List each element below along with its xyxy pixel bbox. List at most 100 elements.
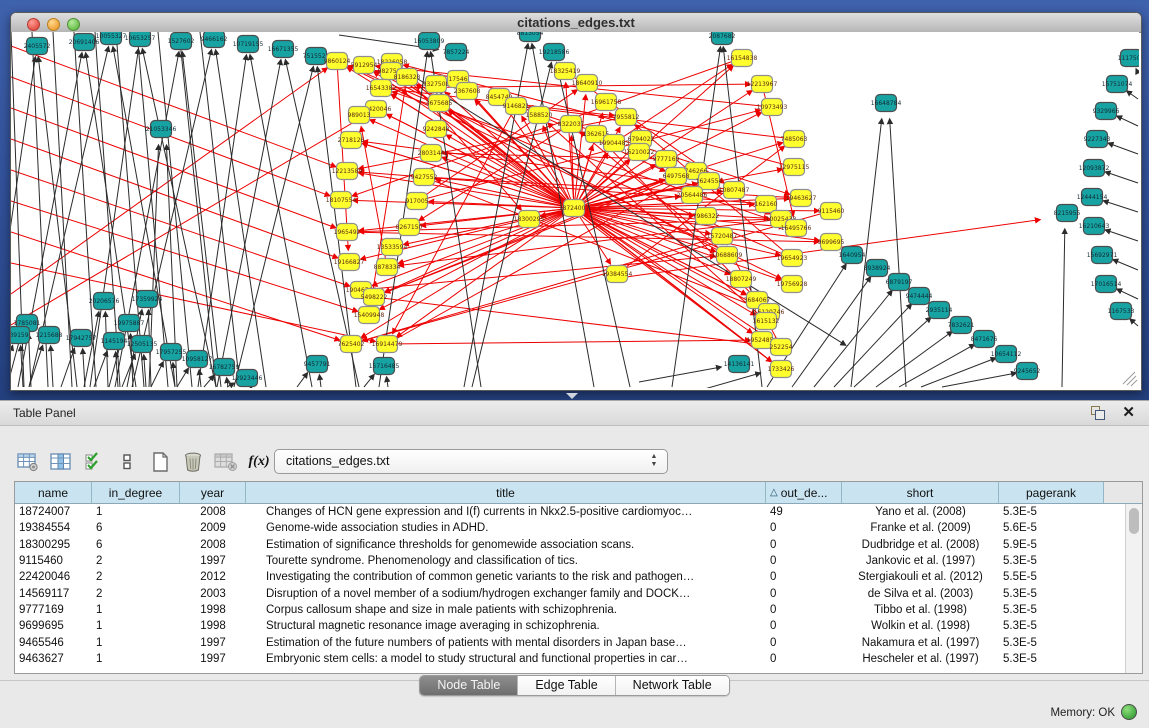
graph-node[interactable]: 16210643 (1079, 218, 1110, 235)
graph-node[interactable]: 9860124 (324, 53, 351, 70)
graph-node[interactable]: 989013 (348, 107, 371, 124)
graph-node[interactable]: 21053346 (146, 121, 177, 138)
graph-node[interactable]: 16782759 (209, 359, 240, 376)
graph-node[interactable]: 2718126 (338, 132, 365, 149)
table-cell[interactable]: Yano et al. (2008) (842, 504, 999, 520)
graph-node[interactable]: 15716485 (369, 358, 400, 375)
graph-node[interactable]: 12975115 (779, 159, 810, 176)
table-cell[interactable]: Estimation of significance thresholds fo… (246, 537, 766, 553)
graph-node[interactable]: 10719155 (233, 36, 264, 53)
table-cell[interactable]: 0 (766, 553, 842, 569)
table-cell[interactable]: 9465546 (15, 635, 92, 651)
table-cell[interactable]: Jankovic et al. (1997) (842, 553, 999, 569)
table-cell[interactable]: 1997 (180, 651, 246, 667)
graph-node[interactable]: 12213589 (332, 163, 363, 180)
graph-node[interactable]: 10973493 (757, 99, 788, 116)
function-builder-icon[interactable]: f(x) (245, 448, 273, 476)
graph-node[interactable]: 8938924 (864, 260, 891, 277)
graph-node[interactable]: 2367608 (454, 83, 481, 100)
graph-node[interactable]: 16053809 (414, 33, 445, 50)
table-cell[interactable]: 18724007 (15, 504, 92, 520)
select-columns-icon[interactable] (80, 448, 108, 476)
table-cell[interactable]: 1 (92, 602, 180, 618)
graph-node[interactable]: 9466162 (201, 32, 228, 48)
column-header-pagerank[interactable]: pagerank (999, 482, 1104, 503)
graph-node[interactable]: 10653257 (125, 32, 156, 47)
table-cell[interactable]: 0 (766, 537, 842, 553)
graph-node[interactable]: 1588520 (526, 107, 553, 124)
graph-node[interactable]: 17942757 (66, 330, 97, 347)
table-row[interactable]: 1456911722003Disruption of a novel membe… (15, 586, 1142, 602)
tab-edge-table[interactable]: Edge Table (518, 676, 615, 695)
network-window[interactable]: citations_edges.txt 24055722069140610055… (10, 12, 1142, 391)
table-cell[interactable]: 1998 (180, 602, 246, 618)
column-header-short[interactable]: short (842, 482, 999, 503)
table-cell[interactable]: 5.3E-5 (999, 553, 1104, 569)
graph-node[interactable]: 9427552 (411, 169, 438, 186)
delete-columns-icon[interactable] (212, 448, 240, 476)
close-panel-icon[interactable]: ✕ (1122, 403, 1135, 421)
graph-node[interactable]: 7625402 (338, 336, 365, 353)
graph-node[interactable]: 917005 (406, 193, 429, 210)
tab-node-table[interactable]: Node Table (420, 676, 518, 695)
graph-node[interactable]: 8878334 (374, 259, 401, 276)
window-resize-grip[interactable] (1123, 372, 1137, 386)
graph-node[interactable]: 1615132 (753, 313, 780, 330)
table-cell[interactable]: Hescheler et al. (1997) (842, 651, 999, 667)
graph-node[interactable]: 10654112 (991, 346, 1022, 363)
table-cell[interactable]: 9115460 (15, 553, 92, 569)
table-cell[interactable]: Genome-wide association studies in ADHD. (246, 520, 766, 536)
graph-node[interactable]: 3675685 (426, 95, 453, 112)
table-cell[interactable]: 2009 (180, 520, 246, 536)
table-cell[interactable]: 5.3E-5 (999, 651, 1104, 667)
table-cell[interactable]: 9777169 (15, 602, 92, 618)
column-header-title[interactable]: title (246, 482, 766, 503)
table-cell[interactable]: 1997 (180, 553, 246, 569)
graph-node[interactable]: 12213967 (747, 76, 778, 93)
table-cell[interactable]: 0 (766, 602, 842, 618)
table-row[interactable]: 1830029562008Estimation of significance … (15, 537, 1142, 553)
graph-node[interactable]: 9457791 (304, 356, 331, 373)
table-row[interactable]: 969969511998Structural magnetic resonanc… (15, 618, 1142, 634)
table-cell[interactable]: 5.6E-5 (999, 520, 1104, 536)
graph-node[interactable]: 19218586 (539, 44, 570, 61)
table-cell[interactable]: Franke et al. (2009) (842, 520, 999, 536)
table-cell[interactable]: Corpus callosum shape and size in male p… (246, 602, 766, 618)
graph-node[interactable]: 18300295 (514, 211, 545, 228)
table-cell[interactable]: 1998 (180, 618, 246, 634)
graph-node[interactable]: 18107554 (326, 192, 357, 209)
graph-node[interactable]: 7857224 (443, 44, 470, 61)
graph-node[interactable]: 16648784 (871, 95, 902, 112)
graph-node[interactable]: 14136141 (724, 356, 755, 373)
table-cell[interactable]: 2 (92, 586, 180, 602)
graph-node[interactable]: 17016514 (1091, 276, 1122, 293)
graph-node[interactable]: 19384554 (602, 266, 633, 283)
table-row[interactable]: 977716911998Corpus callosum shape and si… (15, 602, 1142, 618)
table-mode-icon[interactable] (14, 448, 42, 476)
graph-node[interactable]: 12444154 (1077, 189, 1108, 206)
graph-node[interactable]: 16543382 (366, 80, 397, 97)
network-window-titlebar[interactable]: citations_edges.txt (11, 13, 1141, 33)
graph-node[interactable]: 9777169 (653, 151, 680, 168)
table-cell[interactable]: 2012 (180, 569, 246, 585)
graph-node[interactable]: 9327508 (423, 76, 450, 93)
table-cell[interactable]: 2 (92, 553, 180, 569)
graph-node[interactable]: 6879197 (886, 274, 913, 291)
table-cell[interactable]: 2008 (180, 504, 246, 520)
graph-node[interactable]: 8215955 (1054, 205, 1081, 222)
graph-node[interactable]: 13533594 (377, 239, 408, 256)
graph-node[interactable]: 7986322 (693, 208, 720, 225)
vertical-scrollbar[interactable] (1125, 504, 1142, 673)
column-header-outde[interactable]: △out_de... (766, 482, 842, 503)
graph-node[interactable]: 12093872 (1079, 160, 1110, 177)
table-cell[interactable]: Nakamura et al. (1997) (842, 635, 999, 651)
graph-node[interactable]: 162160 (755, 196, 778, 213)
table-cell[interactable]: 0 (766, 618, 842, 634)
table-row[interactable]: 1938455462009Genome-wide association stu… (15, 520, 1142, 536)
table-cell[interactable]: 5.3E-5 (999, 635, 1104, 651)
table-row[interactable]: 946362711997Embryonic stem cells: a mode… (15, 651, 1142, 667)
table-cell[interactable]: 0 (766, 635, 842, 651)
column-header-indegree[interactable]: in_degree (92, 482, 180, 503)
graph-node[interactable]: 2087682 (709, 32, 736, 45)
table-row[interactable]: 911546021997Tourette syndrome. Phenomeno… (15, 553, 1142, 569)
